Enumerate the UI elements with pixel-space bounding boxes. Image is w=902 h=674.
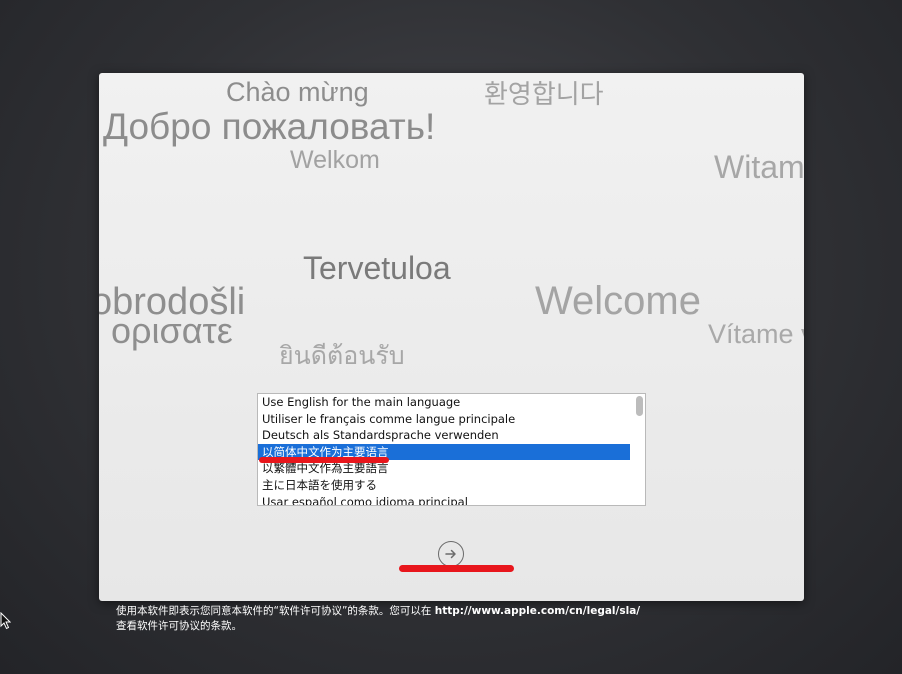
- greeting-vietnamese: Chào mừng: [226, 77, 369, 107]
- language-option-german[interactable]: Deutsch als Standardsprache verwenden: [258, 427, 645, 444]
- red-annotation-underline-next: [399, 565, 514, 572]
- greeting-thai: ยินดีต้อนรับ: [279, 342, 405, 370]
- license-line-1: 使用本软件即表示您同意本软件的“软件许可协议”的条款。您可以在 http://w…: [116, 604, 716, 619]
- greeting-greek: : ορισατε: [99, 310, 233, 351]
- language-list[interactable]: Use English for the main language Utilis…: [257, 393, 646, 506]
- greeting-polish: Witam: [714, 149, 804, 185]
- greeting-russian: Добро пожаловать!: [103, 106, 436, 147]
- mouse-cursor-icon: [0, 612, 11, 630]
- greeting-english: Welcome: [535, 279, 701, 323]
- greeting-korean: 환영합니다: [484, 79, 604, 109]
- greeting-dutch: Welkom: [290, 146, 380, 174]
- language-list-scrollbar[interactable]: [636, 396, 643, 416]
- license-text: 使用本软件即表示您同意本软件的“软件许可协议”的条款。您可以在: [116, 605, 435, 617]
- language-option-spanish[interactable]: Usar español como idioma principal: [258, 494, 645, 505]
- license-line-2: 查看软件许可协议的条款。: [116, 620, 242, 632]
- next-button[interactable]: [438, 541, 464, 567]
- language-option-english[interactable]: Use English for the main language: [258, 394, 645, 411]
- license-notice: 使用本软件即表示您同意本软件的“软件许可协议”的条款。您可以在 http://w…: [116, 604, 716, 634]
- language-option-japanese[interactable]: 主に日本語を使用する: [258, 477, 645, 494]
- greeting-slovak: Vítame v: [708, 319, 804, 349]
- greeting-finnish: Tervetuloa: [303, 250, 451, 286]
- language-option-french[interactable]: Utiliser le français comme langue princi…: [258, 411, 645, 428]
- welcome-panel: Chào mừng 환영합니다 Добро пожаловать! Welkom…: [99, 73, 804, 601]
- license-link[interactable]: http://www.apple.com/cn/legal/sla/: [435, 605, 640, 617]
- arrow-right-circle-icon: [445, 549, 456, 559]
- red-annotation-underline: [259, 457, 389, 463]
